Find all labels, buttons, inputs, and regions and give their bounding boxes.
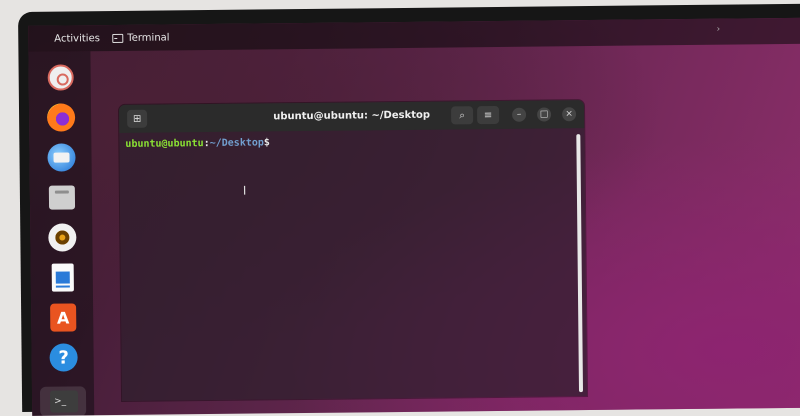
dock: A ? >_ — [28, 51, 95, 416]
maximize-icon: □ — [539, 109, 549, 120]
scrollbar[interactable] — [576, 134, 584, 393]
prompt-user: ubuntu@ubuntu — [125, 138, 204, 150]
app-menu[interactable]: Terminal — [112, 32, 170, 44]
app-menu-label: Terminal — [127, 32, 170, 44]
top-bar: Activities Terminal › — [28, 17, 800, 52]
app-center-icon: A — [50, 303, 77, 332]
prompt-path: ~/Desktop — [209, 137, 264, 149]
dock-thunderbird[interactable] — [45, 141, 77, 173]
terminal-app-icon — [112, 33, 124, 44]
dock-rhythmbox[interactable] — [46, 221, 78, 253]
desktop-screen: Activities Terminal › A ? >_ ⊞ ubuntu@ub… — [28, 17, 800, 416]
terminal-window[interactable]: ⊞ ubuntu@ubuntu: ~/Desktop ⌕ ≡ – □ × ubu… — [118, 100, 588, 401]
search-button[interactable]: ⌕ — [451, 106, 474, 125]
firefox-icon — [46, 103, 76, 132]
chevron-right-icon: › — [716, 24, 721, 35]
rhythmbox-icon — [48, 223, 77, 252]
text-cursor-icon: I — [242, 183, 247, 198]
dock-help[interactable]: ? — [47, 341, 79, 373]
prompt-dollar: $ — [263, 137, 270, 149]
dock-app-center[interactable]: A — [47, 301, 79, 333]
close-button[interactable]: × — [562, 107, 577, 122]
search-icon: ⌕ — [459, 109, 465, 121]
hamburger-menu-icon: ≡ — [483, 109, 493, 121]
dock-files[interactable] — [46, 181, 78, 213]
dock-firefox[interactable] — [45, 101, 77, 133]
minimize-button[interactable]: – — [512, 107, 527, 122]
thunderbird-icon — [47, 143, 76, 172]
laptop-bezel: Activities Terminal › A ? >_ ⊞ ubuntu@ub… — [18, 3, 800, 416]
rescue-icon — [47, 64, 74, 91]
dock-writer[interactable] — [47, 261, 79, 293]
maximize-button[interactable]: □ — [537, 107, 552, 122]
terminal-icon: >_ — [49, 390, 79, 413]
files-icon — [48, 185, 76, 210]
dock-rescue[interactable] — [45, 61, 77, 93]
help-icon: ? — [49, 343, 78, 372]
minimize-icon: – — [516, 109, 522, 120]
dock-terminal[interactable]: >_ — [48, 385, 80, 416]
activities-button[interactable]: Activities — [54, 33, 100, 44]
terminal-content[interactable]: ubuntu@ubuntu:~/Desktop$ I — [119, 128, 587, 401]
shell-prompt: ubuntu@ubuntu:~/Desktop$ — [125, 137, 270, 150]
libreoffice-writer-icon — [51, 263, 74, 292]
close-icon: × — [565, 109, 573, 120]
menu-button[interactable]: ≡ — [477, 105, 500, 125]
